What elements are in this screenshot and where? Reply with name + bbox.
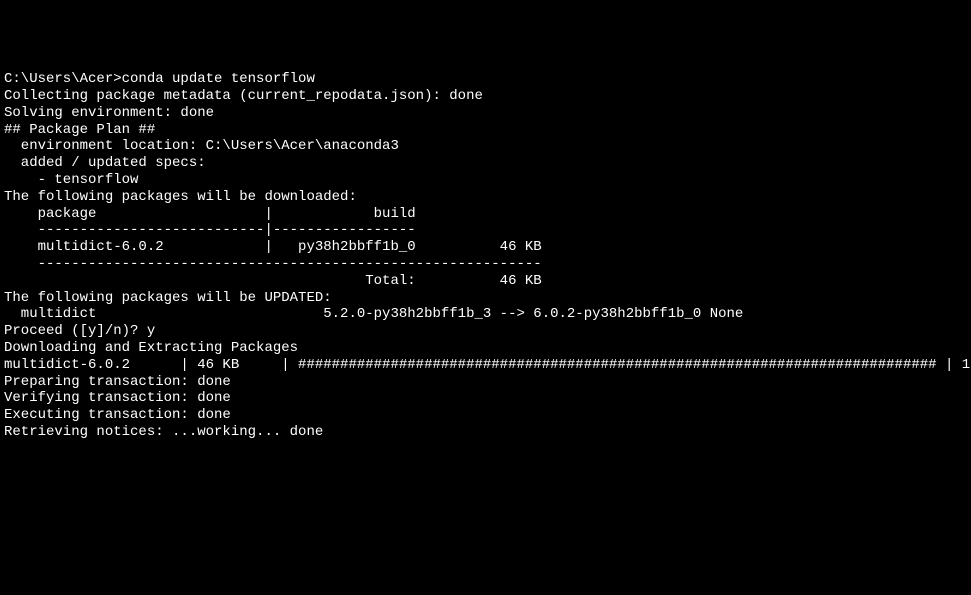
output-line: Downloading and Extracting Packages: [4, 340, 967, 357]
output-line: ## Package Plan ##: [4, 122, 967, 139]
output-line: Preparing transaction: done: [4, 374, 967, 391]
output-line: Collecting package metadata (current_rep…: [4, 88, 967, 105]
output-line: ----------------------------------------…: [4, 256, 967, 273]
prompt-path: C:\Users\Acer>: [4, 71, 122, 87]
output-line: Total: 46 KB: [4, 273, 967, 290]
output-line: - tensorflow: [4, 172, 967, 189]
output-line: added / updated specs:: [4, 155, 967, 172]
prompt-line: C:\Users\Acer>conda update tensorflow: [4, 71, 967, 88]
terminal-output[interactable]: C:\Users\Acer>conda update tensorflowCol…: [4, 71, 967, 441]
output-line: Proceed ([y]/n)? y: [4, 323, 967, 340]
output-line: Solving environment: done: [4, 105, 967, 122]
output-line: environment location: C:\Users\Acer\anac…: [4, 138, 967, 155]
output-line: Retrieving notices: ...working... done: [4, 424, 967, 441]
output-line: The following packages will be UPDATED:: [4, 290, 967, 307]
output-line: multidict-6.0.2 | py38h2bbff1b_0 46 KB: [4, 239, 967, 256]
output-line: The following packages will be downloade…: [4, 189, 967, 206]
output-line: Executing transaction: done: [4, 407, 967, 424]
command-text: conda update tensorflow: [122, 71, 315, 87]
output-line: multidict 5.2.0-py38h2bbff1b_3 --> 6.0.2…: [4, 306, 967, 323]
output-line: multidict-6.0.2 | 46 KB | ##############…: [4, 357, 967, 374]
output-line: Verifying transaction: done: [4, 390, 967, 407]
output-line: package | build: [4, 206, 967, 223]
output-line: ---------------------------|------------…: [4, 222, 967, 239]
